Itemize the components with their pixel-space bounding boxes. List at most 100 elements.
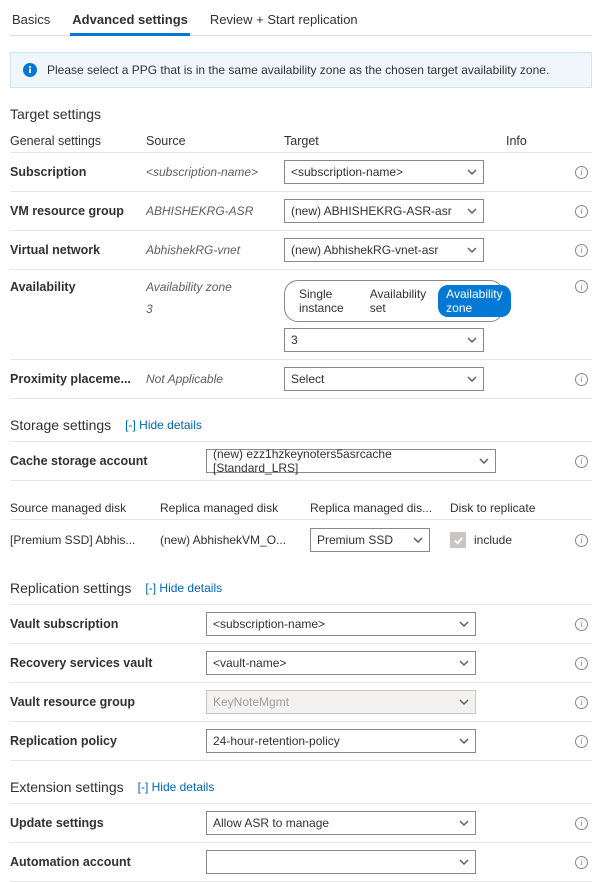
label-subscription: Subscription xyxy=(10,165,146,179)
label-ppg: Proximity placeme... xyxy=(10,372,146,386)
select-replication-policy[interactable]: 24-hour-retention-policy xyxy=(206,729,476,753)
extension-hide-details-link[interactable]: [-] Hide details xyxy=(138,780,215,794)
info-banner-text: Please select a PPG that is in the same … xyxy=(47,63,549,77)
info-icon[interactable]: i xyxy=(575,817,588,830)
info-icon[interactable]: i xyxy=(575,205,588,218)
chevron-down-icon xyxy=(479,456,489,466)
select-vault-rg: KeyNoteMgmt xyxy=(206,690,476,714)
pill-availability-set[interactable]: Availability set xyxy=(362,285,434,317)
info-banner: Please select a PPG that is in the same … xyxy=(10,52,592,88)
chevron-down-icon xyxy=(459,697,469,707)
source-availability-line2: 3 xyxy=(146,302,276,316)
info-icon[interactable]: i xyxy=(575,280,588,293)
select-vault-subscription[interactable]: <subscription-name> xyxy=(206,612,476,636)
tab-advanced-settings[interactable]: Advanced settings xyxy=(70,6,190,36)
pill-single-instance[interactable]: Single instance xyxy=(291,285,352,317)
select-ppg[interactable]: Select xyxy=(284,367,484,391)
chevron-down-icon xyxy=(467,374,477,384)
select-update-settings[interactable]: Allow ASR to manage xyxy=(206,811,476,835)
header-replica-disk: Replica managed disk xyxy=(160,501,310,515)
label-replication-policy: Replication policy xyxy=(10,734,206,748)
header-replica-disk-type: Replica managed dis... xyxy=(310,501,450,515)
info-icon[interactable]: i xyxy=(575,244,588,257)
label-vault-rg: Vault resource group xyxy=(10,695,206,709)
header-info: Info xyxy=(506,134,592,148)
info-icon[interactable]: i xyxy=(575,166,588,179)
select-cache-storage-value: (new) ezz1hzkeynoters5asrcache [Standard… xyxy=(213,447,479,475)
disk-replica: (new) AbhishekVM_O... xyxy=(160,533,310,547)
wizard-tabs: Basics Advanced settings Review + Start … xyxy=(10,0,592,36)
row-automation-account: Automation account i xyxy=(10,842,592,882)
info-icon[interactable]: i xyxy=(575,657,588,670)
select-vmrg-value: (new) ABHISHEKRG-ASR-asr xyxy=(291,204,452,218)
info-icon[interactable]: i xyxy=(575,856,588,869)
select-ppg-value: Select xyxy=(291,372,324,386)
select-subscription[interactable]: <subscription-name> xyxy=(284,160,484,184)
storage-hide-details-link[interactable]: [-] Hide details xyxy=(125,418,202,432)
chevron-down-icon xyxy=(459,736,469,746)
chevron-down-icon xyxy=(459,857,469,867)
row-recovery-vault: Recovery services vault <vault-name> i xyxy=(10,643,592,682)
tab-basics[interactable]: Basics xyxy=(10,6,52,36)
select-vault-rg-value: KeyNoteMgmt xyxy=(213,695,289,709)
header-disk-to-replicate: Disk to replicate xyxy=(450,501,570,515)
row-virtual-network: Virtual network AbhishekRG-vnet (new) Ab… xyxy=(10,230,592,269)
label-vnet: Virtual network xyxy=(10,243,146,257)
row-subscription: Subscription <subscription-name> <subscr… xyxy=(10,152,592,191)
row-replication-policy: Replication policy 24-hour-retention-pol… xyxy=(10,721,592,761)
label-update-settings: Update settings xyxy=(10,816,206,830)
info-icon[interactable]: i xyxy=(575,618,588,631)
row-availability: Availability Availability zone 3 Single … xyxy=(10,269,592,359)
select-update-settings-value: Allow ASR to manage xyxy=(213,816,329,830)
chevron-down-icon xyxy=(413,535,423,545)
checkbox-include-label: include xyxy=(474,533,512,547)
source-ppg: Not Applicable xyxy=(146,372,284,386)
source-vnet: AbhishekRG-vnet xyxy=(146,243,284,257)
label-recovery-vault: Recovery services vault xyxy=(10,656,206,670)
select-cache-storage[interactable]: (new) ezz1hzkeynoters5asrcache [Standard… xyxy=(206,449,496,473)
label-vault-subscription: Vault subscription xyxy=(10,617,206,631)
info-icon[interactable]: i xyxy=(575,735,588,748)
info-icon[interactable]: i xyxy=(575,373,588,386)
checkbox-include[interactable] xyxy=(450,532,466,548)
label-cache-storage: Cache storage account xyxy=(10,454,206,468)
chevron-down-icon xyxy=(467,245,477,255)
source-availability: Availability zone 3 xyxy=(146,280,284,316)
info-icon[interactable]: i xyxy=(575,696,588,709)
select-replica-disk-type[interactable]: Premium SSD xyxy=(310,528,430,552)
disk-row: [Premium SSD] Abhis... (new) AbhishekVM_… xyxy=(10,520,592,562)
pill-availability-zone[interactable]: Availability zone xyxy=(438,285,510,317)
tab-review-start[interactable]: Review + Start replication xyxy=(208,6,360,36)
chevron-down-icon xyxy=(467,206,477,216)
select-automation-account[interactable] xyxy=(206,850,476,874)
row-proximity-placement: Proximity placeme... Not Applicable Sele… xyxy=(10,359,592,399)
select-recovery-vault[interactable]: <vault-name> xyxy=(206,651,476,675)
target-settings-headers: General settings Source Target Info xyxy=(10,128,592,152)
chevron-down-icon xyxy=(467,167,477,177)
select-recovery-vault-value: <vault-name> xyxy=(213,656,286,670)
check-icon xyxy=(453,535,464,546)
header-target: Target xyxy=(284,134,506,148)
source-subscription: <subscription-name> xyxy=(146,165,284,179)
storage-settings-title: Storage settings xyxy=(10,417,111,433)
info-icon[interactable]: i xyxy=(575,455,588,468)
select-vault-subscription-value: <subscription-name> xyxy=(213,617,325,631)
select-availability-zone[interactable]: 3 xyxy=(284,328,484,352)
chevron-down-icon xyxy=(459,619,469,629)
row-vm-resource-group: VM resource group ABHISHEKRG-ASR (new) A… xyxy=(10,191,592,230)
row-cache-storage: Cache storage account (new) ezz1hzkeynot… xyxy=(10,441,592,481)
info-icon[interactable]: i xyxy=(575,534,588,547)
select-replica-disk-type-value: Premium SSD xyxy=(317,533,393,547)
replication-hide-details-link[interactable]: [-] Hide details xyxy=(145,581,222,595)
label-vmrg: VM resource group xyxy=(10,204,146,218)
select-vmrg[interactable]: (new) ABHISHEKRG-ASR-asr xyxy=(284,199,484,223)
extension-settings-title: Extension settings xyxy=(10,779,124,795)
chevron-down-icon xyxy=(467,335,477,345)
label-availability: Availability xyxy=(10,280,146,294)
source-vmrg: ABHISHEKRG-ASR xyxy=(146,204,284,218)
select-availability-zone-value: 3 xyxy=(291,333,298,347)
header-source-disk: Source managed disk xyxy=(10,501,160,515)
select-vnet[interactable]: (new) AbhishekRG-vnet-asr xyxy=(284,238,484,262)
target-settings-title: Target settings xyxy=(10,106,592,122)
select-subscription-value: <subscription-name> xyxy=(291,165,403,179)
